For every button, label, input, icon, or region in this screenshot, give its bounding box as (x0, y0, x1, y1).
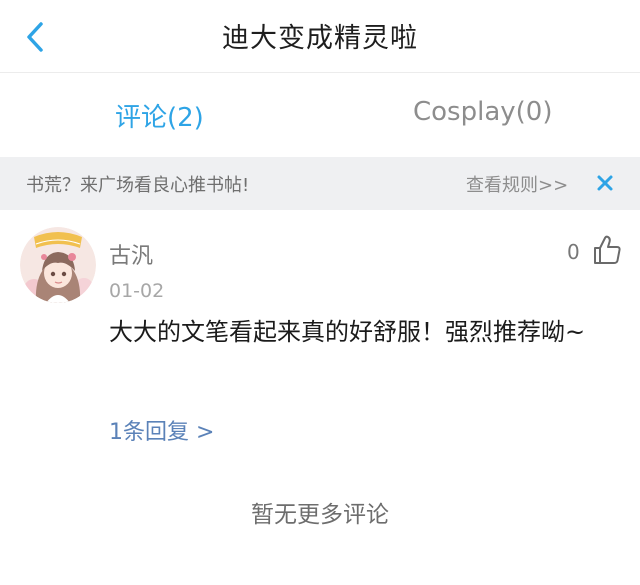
avatar[interactable] (20, 227, 96, 303)
comment-text: 大大的文笔看起来真的好舒服！强烈推荐呦~ (109, 318, 586, 346)
view-rules-link[interactable]: 查看规则>> (466, 171, 568, 197)
page-title: 迪大变成精灵啦 (222, 23, 418, 54)
tab-comments[interactable]: 评论(2) (115, 97, 204, 134)
username[interactable]: 古汎 (109, 238, 153, 270)
close-icon[interactable] (595, 173, 615, 193)
notice-bar: 书荒？来广场看良心推书帖! 查看规则>> (0, 157, 640, 210)
comment-item: 古汎 01-02 0 大大的文笔看起来真的好舒服！强烈推荐呦~ 1条回复 > (0, 210, 640, 460)
comment-date: 01-02 (109, 280, 165, 302)
thumbs-up-icon[interactable] (592, 234, 622, 266)
tab-bar: 评论(2) Cosplay(0) (0, 73, 640, 157)
like-count: 0 (567, 240, 580, 264)
tab-cosplay[interactable]: Cosplay(0) (413, 97, 552, 127)
no-more-comments: 暂无更多评论 (251, 502, 389, 528)
view-replies-link[interactable]: 1条回复 > (109, 414, 214, 446)
notice-text[interactable]: 书荒？来广场看良心推书帖! (26, 171, 249, 197)
nav-bar: 迪大变成精灵啦 (0, 0, 640, 73)
